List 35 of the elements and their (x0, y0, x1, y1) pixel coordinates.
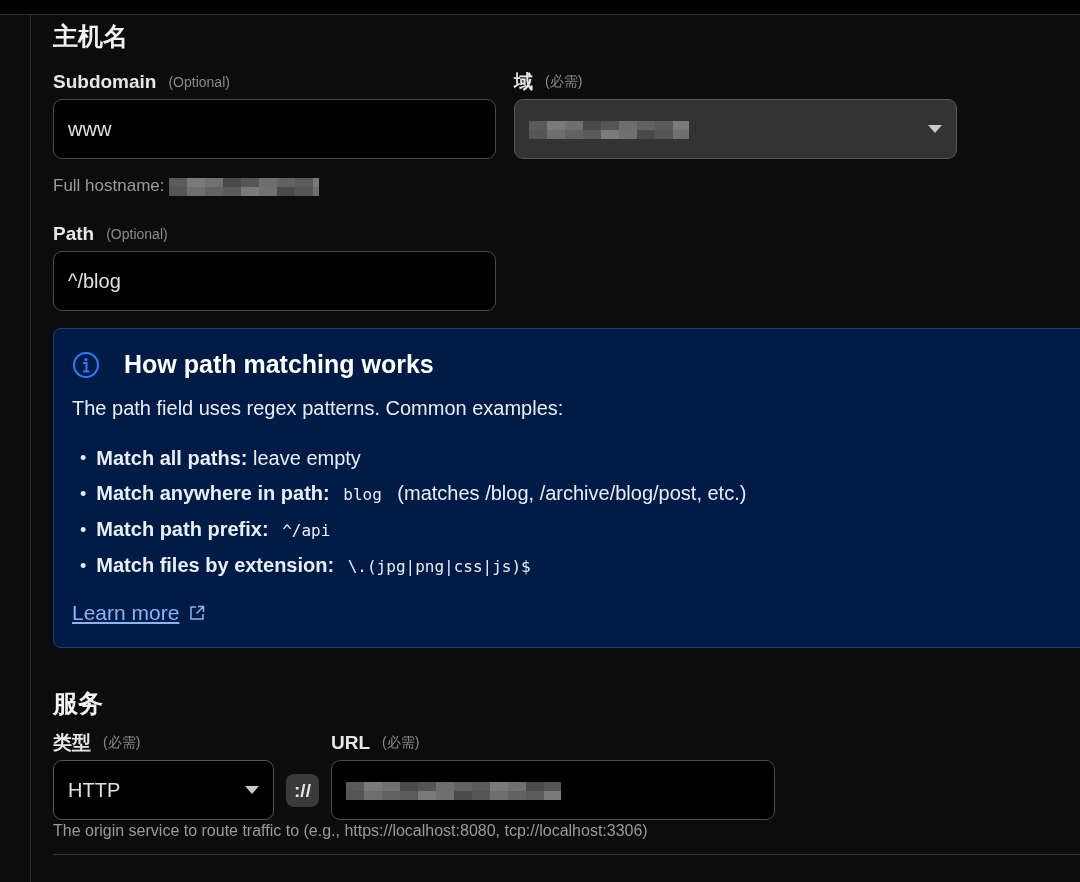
info-text: The path field uses regex patterns. Common examples: (72, 397, 565, 420)
field-label: Path (53, 223, 95, 245)
scheme-separator: :// (286, 774, 319, 807)
input-field[interactable] (331, 760, 775, 820)
example-item: Match all paths: leave empty (96, 446, 361, 470)
input-field[interactable]: ^/blog (53, 251, 496, 311)
field-label: 域 (514, 70, 533, 94)
learn-more-link[interactable]: Learn more (72, 601, 180, 625)
field-note: (必需) (103, 734, 141, 752)
info-icon (72, 350, 100, 379)
field-label: 类型 (53, 731, 91, 755)
field-note: (Optional) (106, 226, 168, 242)
field-label: Subdomain (53, 71, 157, 93)
field-note: (必需) (545, 73, 583, 91)
caret-icon (928, 124, 942, 134)
section-heading: 服务 (53, 687, 104, 719)
list-bullet: • (80, 447, 87, 469)
external-link-icon (189, 605, 206, 621)
field-note: (必需) (382, 734, 420, 752)
section-heading: 主机名 (53, 20, 129, 52)
dropdown[interactable] (514, 99, 957, 159)
help-text: The origin service to route traffic to (e.g., https://localhost:8080, tcp://localhost:3306) (53, 822, 649, 840)
list-bullet: • (80, 519, 87, 541)
caret-icon (245, 785, 259, 795)
list-bullet: • (80, 555, 87, 577)
example-item: Match files by extension: \.(jpg|png|css|js)$ (96, 553, 532, 578)
full-hostname-label: Full hostname: (53, 176, 165, 196)
example-item: Match path prefix: ^/api (96, 517, 332, 542)
example-item: Match anywhere in path: blog (matches /blog, /archive/blog/post, etc.) (96, 481, 747, 506)
field-label: URL (331, 732, 371, 754)
field-note: (Optional) (168, 74, 230, 90)
input-field[interactable]: www (53, 99, 496, 159)
info-title: How path matching works (124, 350, 434, 379)
list-bullet: • (80, 483, 87, 505)
dropdown[interactable]: HTTP (53, 760, 274, 820)
